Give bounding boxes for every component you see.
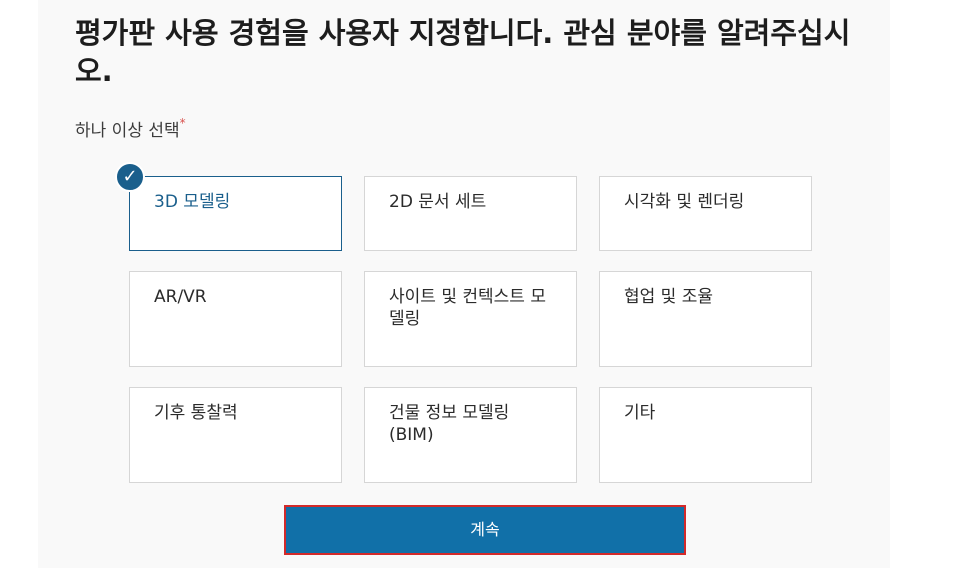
option-visualization-rendering[interactable]: 시각화 및 렌더링	[599, 176, 812, 251]
option-label: 기타	[624, 403, 656, 423]
continue-button[interactable]: 계속	[284, 505, 686, 555]
checkmark-icon: ✓	[115, 162, 145, 192]
option-label: 협업 및 조율	[624, 287, 714, 307]
option-label: 건물 정보 모델링 (BIM)	[389, 403, 510, 445]
required-mark: *	[179, 116, 186, 130]
option-label: AR/VR	[154, 287, 207, 307]
option-site-context-modeling[interactable]: 사이트 및 컨텍스트 모델링	[364, 271, 577, 367]
option-ar-vr[interactable]: AR/VR	[129, 271, 342, 367]
option-label: 시각화 및 렌더링	[624, 192, 745, 212]
option-climate-insights[interactable]: 기후 통찰력	[129, 387, 342, 483]
option-collaboration-coordination[interactable]: 협업 및 조율	[599, 271, 812, 367]
option-2d-documentation[interactable]: 2D 문서 세트	[364, 176, 577, 251]
option-3d-modeling[interactable]: 3D 모델링	[129, 176, 342, 251]
selection-hint: 하나 이상 선택*	[75, 116, 186, 141]
option-label: 2D 문서 세트	[389, 192, 487, 212]
option-label: 기후 통찰력	[154, 403, 238, 423]
option-bim[interactable]: 건물 정보 모델링 (BIM)	[364, 387, 577, 483]
option-other[interactable]: 기타	[599, 387, 812, 483]
selection-hint-text: 하나 이상 선택	[75, 121, 180, 141]
option-label: 3D 모델링	[154, 192, 231, 212]
option-label: 사이트 및 컨텍스트 모델링	[389, 287, 546, 329]
page-title: 평가판 사용 경험을 사용자 지정합니다. 관심 분야를 알려주십시오.	[75, 16, 851, 88]
